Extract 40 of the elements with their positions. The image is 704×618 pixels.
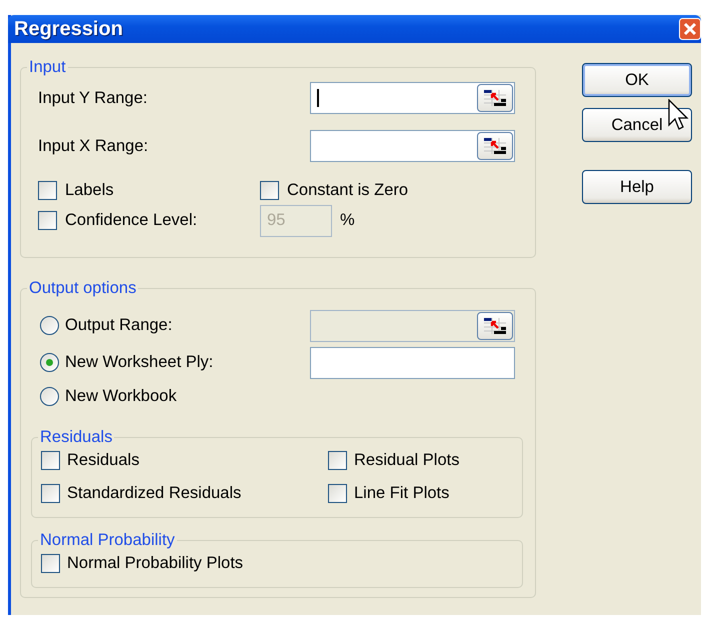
radio-button[interactable] [40,386,59,406]
group-title: Output options [27,278,138,298]
collapse-dialog-button[interactable] [477,84,513,112]
checkbox[interactable] [41,484,60,503]
unit-label: % [340,210,355,232]
radio-label: New Worksheet Ply: [65,352,214,374]
field-label: Input X Range: [38,136,150,157]
close-icon[interactable] [679,18,701,40]
field-label: Input Y Range: [38,88,148,109]
checkbox[interactable] [41,450,60,470]
radio-label: New Workbook [65,386,177,407]
checkbox-label: Normal Probability Plots [67,553,244,574]
checkbox-label: Confidence Level: [65,210,198,232]
window-title: Regression [14,17,123,42]
checkbox[interactable] [328,450,347,470]
output-field[interactable] [310,346,515,378]
radio-label: Output Range: [65,315,172,336]
checkbox[interactable] [41,554,60,573]
dialog-button[interactable]: OK [582,63,692,97]
field-value: 95 [267,210,286,232]
checkbox-label: Labels [65,180,114,201]
dialog-button[interactable]: Help [582,170,692,204]
checkbox-label: Residuals [67,450,140,471]
group-title: Normal Probability [38,530,177,550]
checkbox-label: Line Fit Plots [354,482,450,504]
range-select-icon [482,136,508,156]
range-field[interactable] [310,130,515,162]
dialog-button[interactable]: Cancel [582,108,692,142]
range-select-icon [482,316,508,336]
range-field[interactable] [310,82,515,114]
checkbox-label: Standardized Residuals [67,482,242,504]
checkbox-label: Residual Plots [354,450,460,471]
checkbox[interactable] [260,180,279,200]
checkbox-label: Constant is Zero [287,180,408,201]
checkbox[interactable] [38,180,57,200]
radio-button[interactable] [40,353,59,372]
pointer-cursor-icon [668,99,690,133]
collapse-dialog-button[interactable] [477,132,513,160]
checkbox[interactable] [328,484,347,503]
range-select-icon [482,88,508,108]
